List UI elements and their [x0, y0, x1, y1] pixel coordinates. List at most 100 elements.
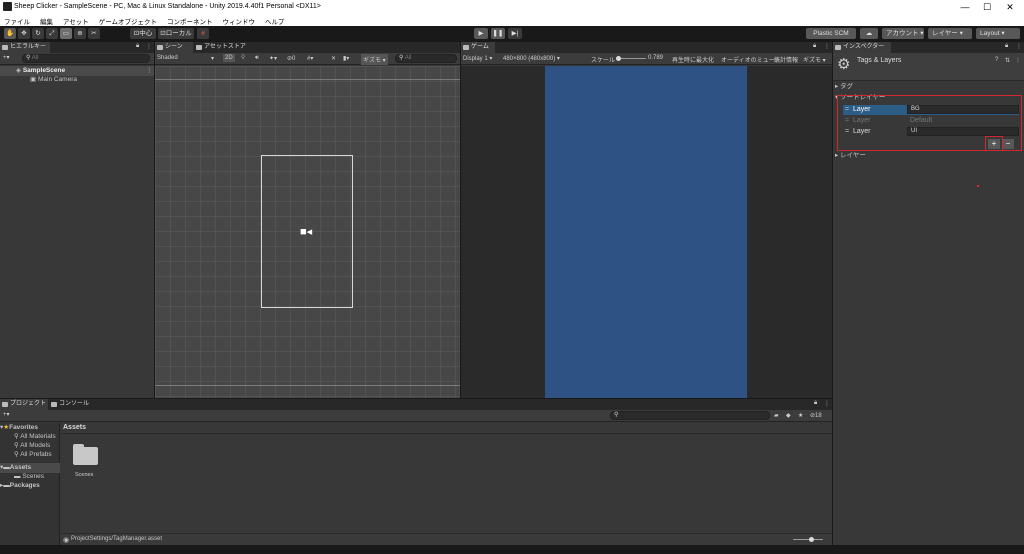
lock-icon[interactable]: 🔒︎: [814, 400, 817, 407]
gizmos-dropdown[interactable]: ギズモ ▾: [361, 54, 388, 65]
camera-icon[interactable]: ▮▾: [343, 55, 349, 62]
packages-row[interactable]: ▸▬Packages: [0, 481, 60, 491]
rect-tool-icon[interactable]: ▭: [60, 28, 72, 39]
project-panel: プロジェクト コンソール 🔒︎ ⋮ +▾ ⚲ ▰ ◆ ★ ⊘18 ▾★Favor…: [0, 399, 832, 545]
light-icon[interactable]: 💡︎: [241, 55, 245, 62]
step-button[interactable]: ▶|: [508, 28, 522, 39]
component-menu-icon[interactable]: ⋮: [1015, 57, 1021, 64]
pause-button[interactable]: ❚❚: [491, 28, 505, 39]
packages-label: Packages: [9, 482, 40, 489]
layers-dropdown[interactable]: レイヤー ▾: [928, 28, 972, 39]
tools-icon[interactable]: ✕: [331, 55, 336, 62]
custom-tool-icon[interactable]: ✂: [88, 28, 100, 39]
cloud-icon[interactable]: ☁: [860, 28, 878, 39]
tab-inspector[interactable]: インスペクター: [833, 42, 891, 53]
maximize-button[interactable]: ☐: [977, 1, 997, 13]
hidden-objects-toggle[interactable]: ⊘0: [287, 55, 295, 62]
lock-icon[interactable]: 🔒︎: [1005, 43, 1008, 50]
inspector-tabbar: インスペクター 🔒︎ ⋮: [833, 42, 1024, 53]
tab-asset-store[interactable]: アセットストア: [194, 42, 246, 53]
add-icon[interactable]: +▾: [3, 54, 10, 61]
footer-path: ProjectSettings/TagManager.asset: [71, 536, 163, 542]
scale-slider-thumb[interactable]: [616, 56, 621, 61]
tab-project[interactable]: プロジェクト: [0, 399, 48, 410]
maximize-on-play-toggle[interactable]: 再生時に最大化: [672, 55, 714, 64]
tab-hierarchy[interactable]: ヒエラルキー: [0, 42, 50, 53]
game-panel: ゲーム 🔒︎ ⋮ Display 1 ▾ 480×800 (480x800) ▾…: [461, 42, 832, 398]
rotate-tool-icon[interactable]: ↻: [32, 28, 44, 39]
hierarchy-item[interactable]: ▣ Main Camera: [0, 75, 154, 85]
grid-icon: [157, 45, 163, 50]
tab-game[interactable]: ゲーム: [461, 42, 495, 53]
hierarchy-item-label: Main Camera: [37, 76, 77, 83]
favorite-star-icon[interactable]: ★: [798, 412, 803, 419]
pivot-toggle[interactable]: ⊡中心: [130, 28, 156, 39]
game-toolbar: Display 1 ▾ 480×800 (480x800) ▾ スケール 0.7…: [461, 53, 832, 65]
lock-icon[interactable]: 🔒︎: [136, 43, 139, 50]
shading-dropdown[interactable]: Shaded ▾: [157, 55, 219, 62]
game-gizmos-dropdown[interactable]: ギズモ ▾: [803, 55, 826, 64]
tab-console[interactable]: コンソール: [49, 399, 93, 410]
scene-viewport[interactable]: ■◂: [155, 66, 460, 398]
mute-audio-toggle[interactable]: オーディオのミュート: [721, 55, 781, 64]
hand-tool-icon[interactable]: ✋: [4, 28, 16, 39]
breadcrumb-assets[interactable]: Assets: [63, 424, 86, 431]
resolution-dropdown[interactable]: 480×800 (480x800) ▾: [503, 55, 560, 62]
menu-file[interactable]: ファイル: [0, 14, 34, 26]
menu-help[interactable]: ヘルプ: [261, 14, 289, 26]
hidden-packages-toggle[interactable]: ⊘18: [810, 412, 822, 419]
icon-size-slider-track[interactable]: [793, 539, 823, 540]
menu-window[interactable]: ウィンドウ: [218, 14, 259, 26]
icon-size-slider-thumb[interactable]: [809, 537, 814, 542]
camera-gizmo-icon[interactable]: ■◂: [300, 225, 312, 238]
grid-snap-icon[interactable]: #: [197, 28, 209, 39]
account-dropdown[interactable]: アカウント ▾: [882, 28, 924, 39]
audio-icon[interactable]: 🔊︎: [255, 55, 259, 62]
kebab-menu-icon[interactable]: ⋮: [824, 400, 830, 407]
preset-icon[interactable]: ⇅: [1005, 57, 1010, 64]
grid-toggle-icon[interactable]: #▾: [307, 55, 313, 62]
asset-icon: ◉: [63, 537, 70, 544]
effects-icon[interactable]: ✦▾: [269, 55, 277, 62]
project-search-input[interactable]: ⚲: [610, 411, 770, 420]
transform-tool-icon[interactable]: ⊕: [74, 28, 86, 39]
game-viewport[interactable]: [461, 66, 832, 398]
kebab-menu-icon[interactable]: ⋮: [1016, 43, 1022, 50]
hierarchy-search-bar: +▾ ⚲ All: [0, 53, 154, 65]
kebab-menu-icon[interactable]: ⋮: [824, 43, 830, 50]
menu-edit[interactable]: 編集: [36, 14, 57, 26]
stats-toggle[interactable]: 統計情報: [774, 55, 798, 64]
search-by-label-icon[interactable]: ◆: [786, 412, 791, 419]
favorite-item[interactable]: ⚲ All Prefabs: [14, 450, 52, 460]
menu-component[interactable]: コンポーネント: [163, 14, 217, 26]
layers-foldout[interactable]: ▸ レイヤー: [835, 151, 1024, 161]
kebab-menu-icon[interactable]: ⋮: [146, 43, 152, 50]
tags-foldout[interactable]: ▸ タグ: [835, 82, 1024, 92]
scale-tool-icon[interactable]: ⤢: [46, 28, 58, 39]
close-button[interactable]: ✕: [1000, 1, 1020, 13]
mode-2d-toggle[interactable]: 2D: [223, 54, 235, 62]
space-toggle[interactable]: ⊡ローカル: [158, 28, 194, 39]
folder-tab: [73, 444, 84, 449]
minimize-button[interactable]: —: [955, 1, 975, 13]
display-dropdown[interactable]: Display 1 ▾: [463, 55, 492, 62]
menu-assets[interactable]: アセット: [59, 14, 93, 26]
lock-icon[interactable]: 🔒︎: [813, 43, 816, 50]
tab-scene[interactable]: シーン: [155, 42, 193, 53]
folder-tile[interactable]: Scenes: [70, 443, 100, 479]
scene-search-input[interactable]: ⚲ All: [395, 54, 457, 63]
move-tool-icon[interactable]: ✥: [18, 28, 30, 39]
inspector-panel: インスペクター 🔒︎ ⋮ ⚙ Tags & Layers ? ⇅ ⋮ ▸ タグ …: [833, 42, 1024, 552]
console-icon: [51, 402, 57, 407]
add-icon[interactable]: +▾: [3, 411, 10, 418]
search-by-type-icon[interactable]: ▰: [774, 412, 779, 419]
store-icon: [196, 45, 202, 50]
help-icon[interactable]: ?: [995, 57, 998, 63]
scene-frame-line-bottom: [155, 385, 460, 386]
plastic-scm-button[interactable]: Plastic SCM: [806, 28, 856, 39]
layout-dropdown[interactable]: Layout ▾: [976, 28, 1020, 39]
hierarchy-search-input[interactable]: ⚲ All: [22, 54, 150, 63]
menu-gameobject[interactable]: ゲームオブジェクト: [95, 14, 161, 26]
play-button[interactable]: ▶: [474, 28, 488, 39]
project-tabbar: プロジェクト コンソール 🔒︎ ⋮: [0, 399, 832, 410]
